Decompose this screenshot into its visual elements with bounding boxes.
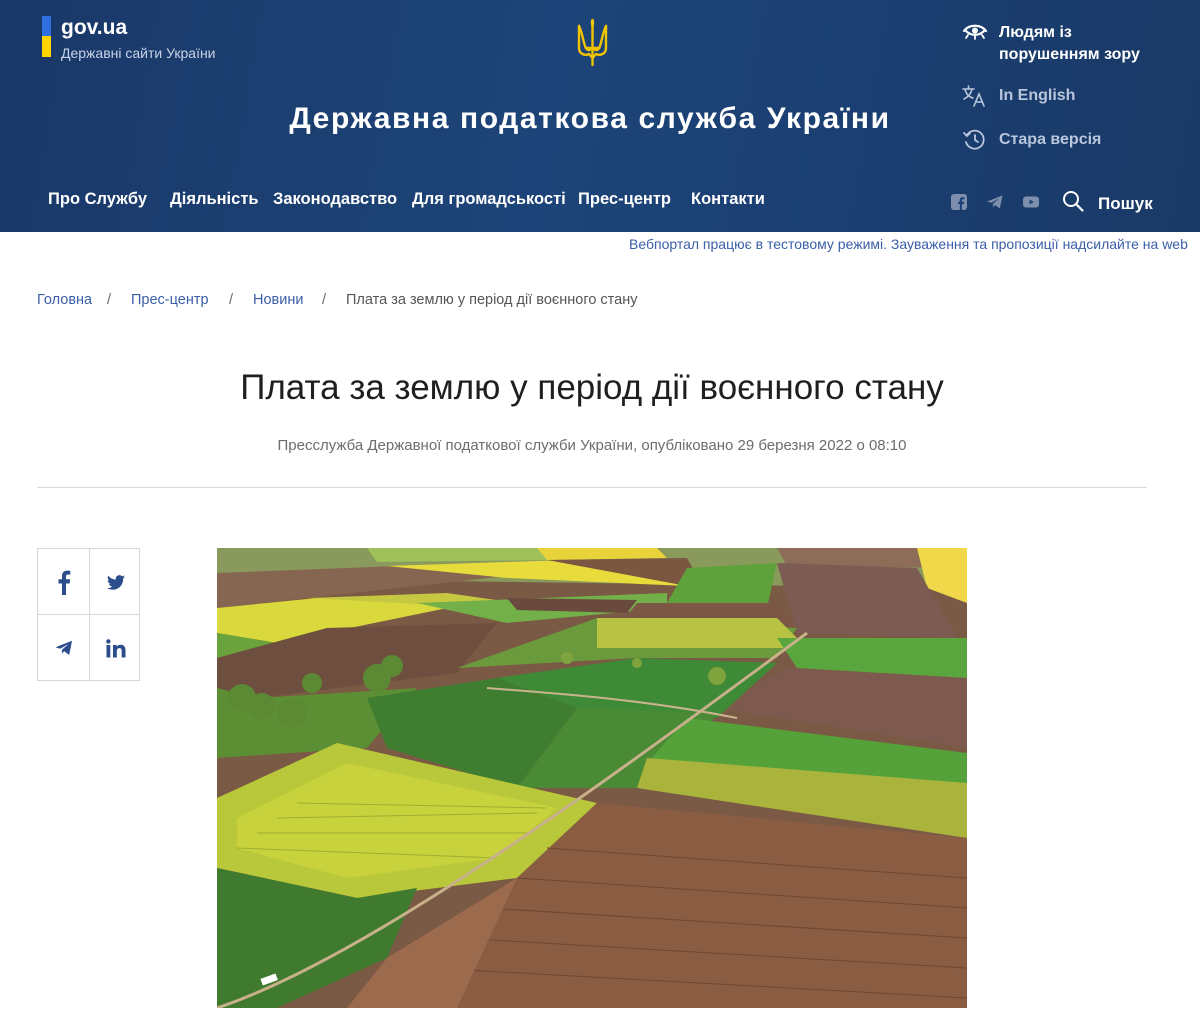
facebook-icon[interactable] (950, 193, 968, 211)
article-meta: Пресслужба Державної податкової служби У… (277, 437, 907, 454)
article-title: Плата за землю у період дії воєнного ста… (240, 368, 944, 407)
breadcrumb-separator: / (322, 292, 327, 308)
linkedin-icon (105, 638, 125, 657)
article-hero-image (217, 548, 967, 1008)
share-telegram-button[interactable] (38, 615, 89, 681)
trident-icon (577, 18, 608, 67)
site-header: gov.ua Державні сайти України Державна п… (0, 0, 1200, 232)
eye-icon (962, 24, 988, 40)
share-twitter-button[interactable] (90, 549, 141, 615)
nav-item-contacts[interactable]: Контакти (691, 190, 765, 209)
old-version-label: Стара версія (999, 131, 1102, 148)
youtube-icon[interactable] (1022, 193, 1040, 211)
share-panel (37, 548, 140, 681)
vision-label-line1: Людям із (999, 24, 1072, 41)
nav-item-about[interactable]: Про Службу (48, 190, 147, 209)
test-mode-notice: Вебпортал працює в тестовому режимі. Зау… (629, 236, 1188, 252)
breadcrumb-separator: / (229, 292, 234, 308)
twitter-icon (106, 574, 125, 590)
gov-ua-name: gov.ua (61, 16, 128, 39)
facebook-icon (58, 570, 70, 595)
nav-item-legislation[interactable]: Законодавство (273, 190, 397, 209)
nav-item-public[interactable]: Для громадськості (412, 190, 566, 209)
language-label: In English (999, 87, 1076, 104)
gov-ua-subtitle: Державні сайти України (61, 45, 216, 61)
history-icon (963, 129, 985, 150)
breadcrumb-current: Плата за землю у період дії воєнного ста… (346, 292, 638, 308)
breadcrumb-news[interactable]: Новини (253, 292, 303, 308)
telegram-icon (55, 640, 72, 655)
breadcrumb-press-center[interactable]: Прес-центр (131, 292, 209, 308)
site-title[interactable]: Державна податкова служба України (200, 102, 980, 136)
breadcrumb-separator: / (107, 292, 112, 308)
share-linkedin-button[interactable] (90, 615, 141, 681)
nav-item-press[interactable]: Прес-центр (578, 190, 671, 209)
nav-item-activity[interactable]: Діяльність (170, 190, 259, 209)
ukraine-flag-icon (42, 16, 51, 57)
telegram-icon[interactable] (986, 193, 1004, 211)
vision-label-line2: порушенням зору (999, 46, 1140, 63)
breadcrumb-home[interactable]: Головна (37, 292, 92, 308)
translate-icon (962, 85, 985, 107)
divider (37, 487, 1147, 488)
share-facebook-button[interactable] (38, 549, 89, 615)
search-icon (1063, 191, 1084, 212)
search-label: Пошук (1098, 194, 1153, 213)
